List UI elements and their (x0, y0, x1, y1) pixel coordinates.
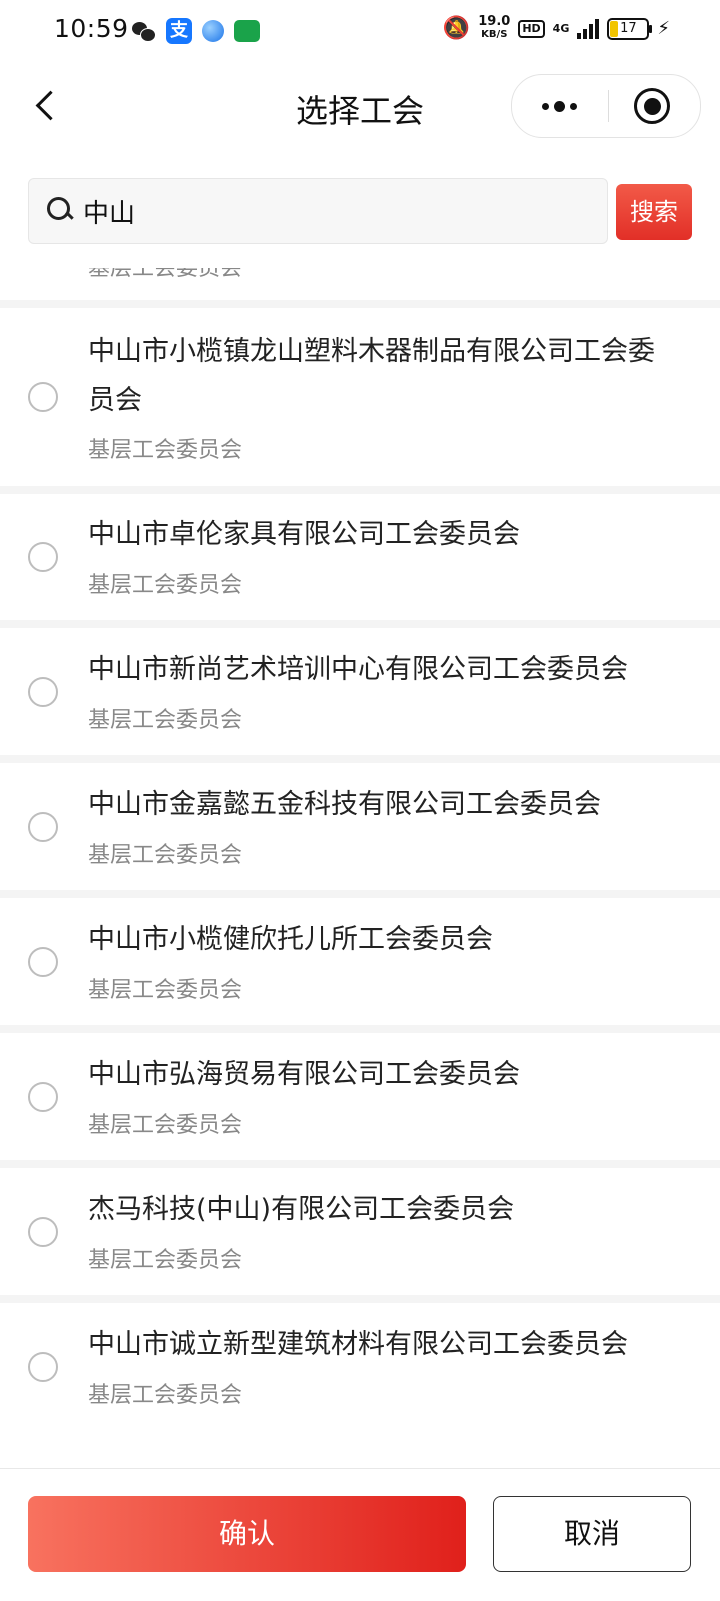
item-type: 基层工会委员会 (88, 268, 243, 281)
search-field[interactable] (28, 178, 608, 244)
item-type: 基层工会委员会 (88, 573, 243, 598)
list-item-partial[interactable]: 基层工会委员会 (0, 268, 720, 300)
radio-button[interactable] (28, 677, 58, 707)
status-indicators: 🔕 19.0 KB/S HD 4G 17 ⚡ (442, 14, 670, 41)
item-name: 中山市新尚艺术培训中心有限公司工会委员会 (88, 654, 628, 685)
radio-button[interactable] (28, 542, 58, 572)
list-item[interactable]: 中山市弘海贸易有限公司工会委员会 基层工会委员会 (0, 1033, 720, 1160)
search-input[interactable] (83, 179, 583, 243)
list-item[interactable]: 中山市小榄镇龙山塑料木器制品有限公司工会委员会 基层工会委员会 (0, 308, 720, 486)
search-button[interactable]: 搜索 (616, 184, 692, 240)
more-options-icon[interactable] (534, 92, 584, 120)
net-speed-unit: KB/S (481, 29, 508, 40)
item-type: 基层工会委员会 (88, 1383, 243, 1408)
wechat-icon (130, 18, 156, 44)
list-item[interactable]: 中山市金嘉懿五金科技有限公司工会委员会 基层工会委员会 (0, 763, 720, 890)
item-type: 基层工会委员会 (88, 1113, 243, 1138)
bottom-action-bar: 确认 取消 (0, 1468, 720, 1601)
mini-program-capsule (511, 74, 701, 138)
status-app-icons: 支 (130, 18, 260, 44)
item-name: 中山市弘海贸易有限公司工会委员会 (88, 1059, 520, 1090)
alipay-icon: 支 (166, 18, 192, 44)
radio-button[interactable] (28, 1217, 58, 1247)
hd-badge: HD (518, 19, 545, 38)
battery-level: 17 (620, 20, 637, 36)
close-target-icon[interactable] (634, 88, 670, 124)
mute-bell-icon: 🔕 (442, 15, 471, 41)
oppo-app-icon (234, 20, 260, 42)
radio-button[interactable] (28, 1082, 58, 1112)
item-name: 杰马科技(中山)有限公司工会委员会 (88, 1194, 515, 1225)
net-speed-value: 19.0 (478, 14, 511, 29)
radio-button[interactable] (28, 812, 58, 842)
signal-icon (577, 18, 600, 39)
item-name: 中山市小榄健欣托儿所工会委员会 (88, 924, 493, 955)
item-name: 中山市卓伦家具有限公司工会委员会 (88, 519, 520, 550)
list-item[interactable]: 杰马科技(中山)有限公司工会委员会 基层工会委员会 (0, 1168, 720, 1295)
union-list[interactable]: 基层工会委员会 中山市小榄镇龙山塑料木器制品有限公司工会委员会 基层工会委员会 … (0, 268, 720, 1468)
status-time: 10:59 (54, 14, 129, 43)
item-name: 中山市诚立新型建筑材料有限公司工会委员会 (88, 1329, 628, 1360)
search-icon (47, 197, 73, 223)
item-type: 基层工会委员会 (88, 1248, 243, 1273)
cancel-button[interactable]: 取消 (493, 1496, 691, 1572)
net-speed: 19.0 KB/S (478, 14, 511, 41)
battery-icon: 17 (607, 17, 653, 40)
status-bar: 10:59 支 🔕 19.0 KB/S HD 4G 17 ⚡ (0, 0, 720, 66)
radio-button[interactable] (28, 382, 58, 412)
item-name: 中山市金嘉懿五金科技有限公司工会委员会 (88, 789, 601, 820)
radio-button[interactable] (28, 1352, 58, 1382)
list-item[interactable]: 中山市卓伦家具有限公司工会委员会 基层工会委员会 (0, 494, 720, 620)
item-type: 基层工会委员会 (88, 978, 243, 1003)
search-bar: 搜索 (0, 154, 720, 264)
item-type: 基层工会委员会 (88, 438, 243, 463)
list-item[interactable]: 中山市小榄健欣托儿所工会委员会 基层工会委员会 (0, 898, 720, 1025)
item-name: 中山市小榄镇龙山塑料木器制品有限公司工会委员会 (88, 336, 655, 416)
charging-icon: ⚡ (657, 18, 670, 39)
item-type: 基层工会委员会 (88, 708, 243, 733)
confirm-button[interactable]: 确认 (28, 1496, 466, 1572)
list-item[interactable]: 中山市诚立新型建筑材料有限公司工会委员会 基层工会委员会 (0, 1303, 720, 1468)
network-type: 4G (552, 22, 570, 35)
item-type: 基层工会委员会 (88, 843, 243, 868)
browser-icon (202, 20, 224, 42)
list-item[interactable]: 中山市新尚艺术培训中心有限公司工会委员会 基层工会委员会 (0, 628, 720, 755)
capsule-divider (608, 90, 609, 122)
radio-button[interactable] (28, 947, 58, 977)
nav-bar: 选择工会 (0, 66, 720, 154)
